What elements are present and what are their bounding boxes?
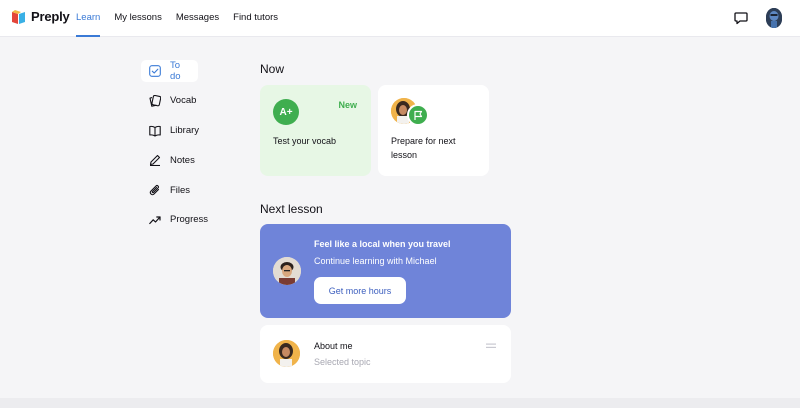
grade-plus-icon: A+	[273, 99, 299, 125]
page-bottom-edge	[0, 398, 800, 408]
get-more-hours-button[interactable]: Get more hours	[314, 277, 406, 304]
sidebar-item-todo[interactable]: To do	[141, 60, 198, 82]
check-square-icon	[149, 65, 161, 77]
learn-sidebar: To do Vocab Library Notes Files Progress	[141, 60, 251, 239]
cards-icon	[149, 94, 161, 107]
about-subtitle: Selected topic	[314, 357, 371, 367]
next-lesson-banner: Feel like a local when you travel Contin…	[260, 224, 511, 318]
nav-messages[interactable]: Messages	[176, 0, 219, 37]
drag-handle-icon[interactable]	[486, 343, 496, 349]
about-title: About me	[314, 341, 353, 351]
sidebar-item-vocab[interactable]: Vocab	[141, 90, 251, 112]
nav-learn[interactable]: Learn	[76, 0, 101, 37]
sidebar-item-library[interactable]: Library	[141, 120, 251, 142]
card-label: Prepare for next lesson	[391, 134, 456, 162]
pencil-icon	[149, 155, 161, 167]
brand-name: Preply	[31, 9, 70, 24]
test-vocab-card[interactable]: A+ New Test your vocab	[260, 85, 371, 176]
card-label: Test your vocab	[273, 136, 337, 146]
tutor-michael-image	[273, 257, 301, 285]
sidebar-item-progress[interactable]: Progress	[141, 209, 251, 231]
main-nav: Learn My lessons Messages Find tutors	[76, 0, 278, 37]
tutor-avatar-image	[273, 340, 300, 367]
user-avatar[interactable]	[766, 8, 782, 28]
preply-logo[interactable]: Preply	[12, 9, 70, 24]
sidebar-item-label: Progress	[170, 214, 209, 226]
preply-logo-icon	[12, 9, 25, 24]
nav-find-tutors[interactable]: Find tutors	[233, 0, 278, 37]
chat-icon[interactable]	[734, 11, 748, 25]
now-section-title: Now	[260, 62, 285, 76]
sidebar-item-label: Notes	[170, 154, 195, 166]
card-label-line-2: lesson	[391, 150, 418, 160]
new-badge: New	[338, 100, 357, 110]
flag-glyph	[413, 110, 422, 120]
trend-icon	[149, 216, 161, 225]
user-avatar-image	[766, 8, 782, 28]
nav-my-lessons[interactable]: My lessons	[114, 0, 162, 37]
tutor-avatar	[273, 340, 300, 367]
header-actions	[734, 8, 782, 28]
paperclip-icon	[149, 185, 160, 196]
sidebar-item-files[interactable]: Files	[141, 179, 251, 201]
flag-icon	[407, 104, 429, 126]
top-navigation-bar: Preply Learn My lessons Messages Find tu…	[0, 0, 800, 37]
tutor-michael-avatar	[273, 257, 301, 285]
banner-subtitle: Continue learning with Michael	[314, 256, 437, 266]
sidebar-item-label: Library	[170, 125, 200, 137]
book-icon	[149, 125, 161, 137]
sidebar-item-notes[interactable]: Notes	[141, 149, 251, 171]
banner-title: Feel like a local when you travel	[314, 239, 451, 249]
sidebar-item-label: Vocab	[170, 95, 197, 107]
sidebar-item-label: To do	[170, 60, 181, 82]
card-label-line-1: Prepare for next	[391, 136, 456, 146]
sidebar-item-label: Files	[170, 184, 191, 196]
next-lesson-section-title: Next lesson	[260, 202, 323, 216]
about-me-card[interactable]: About me Selected topic	[260, 325, 511, 383]
prepare-lesson-card[interactable]: Prepare for next lesson	[378, 85, 489, 176]
